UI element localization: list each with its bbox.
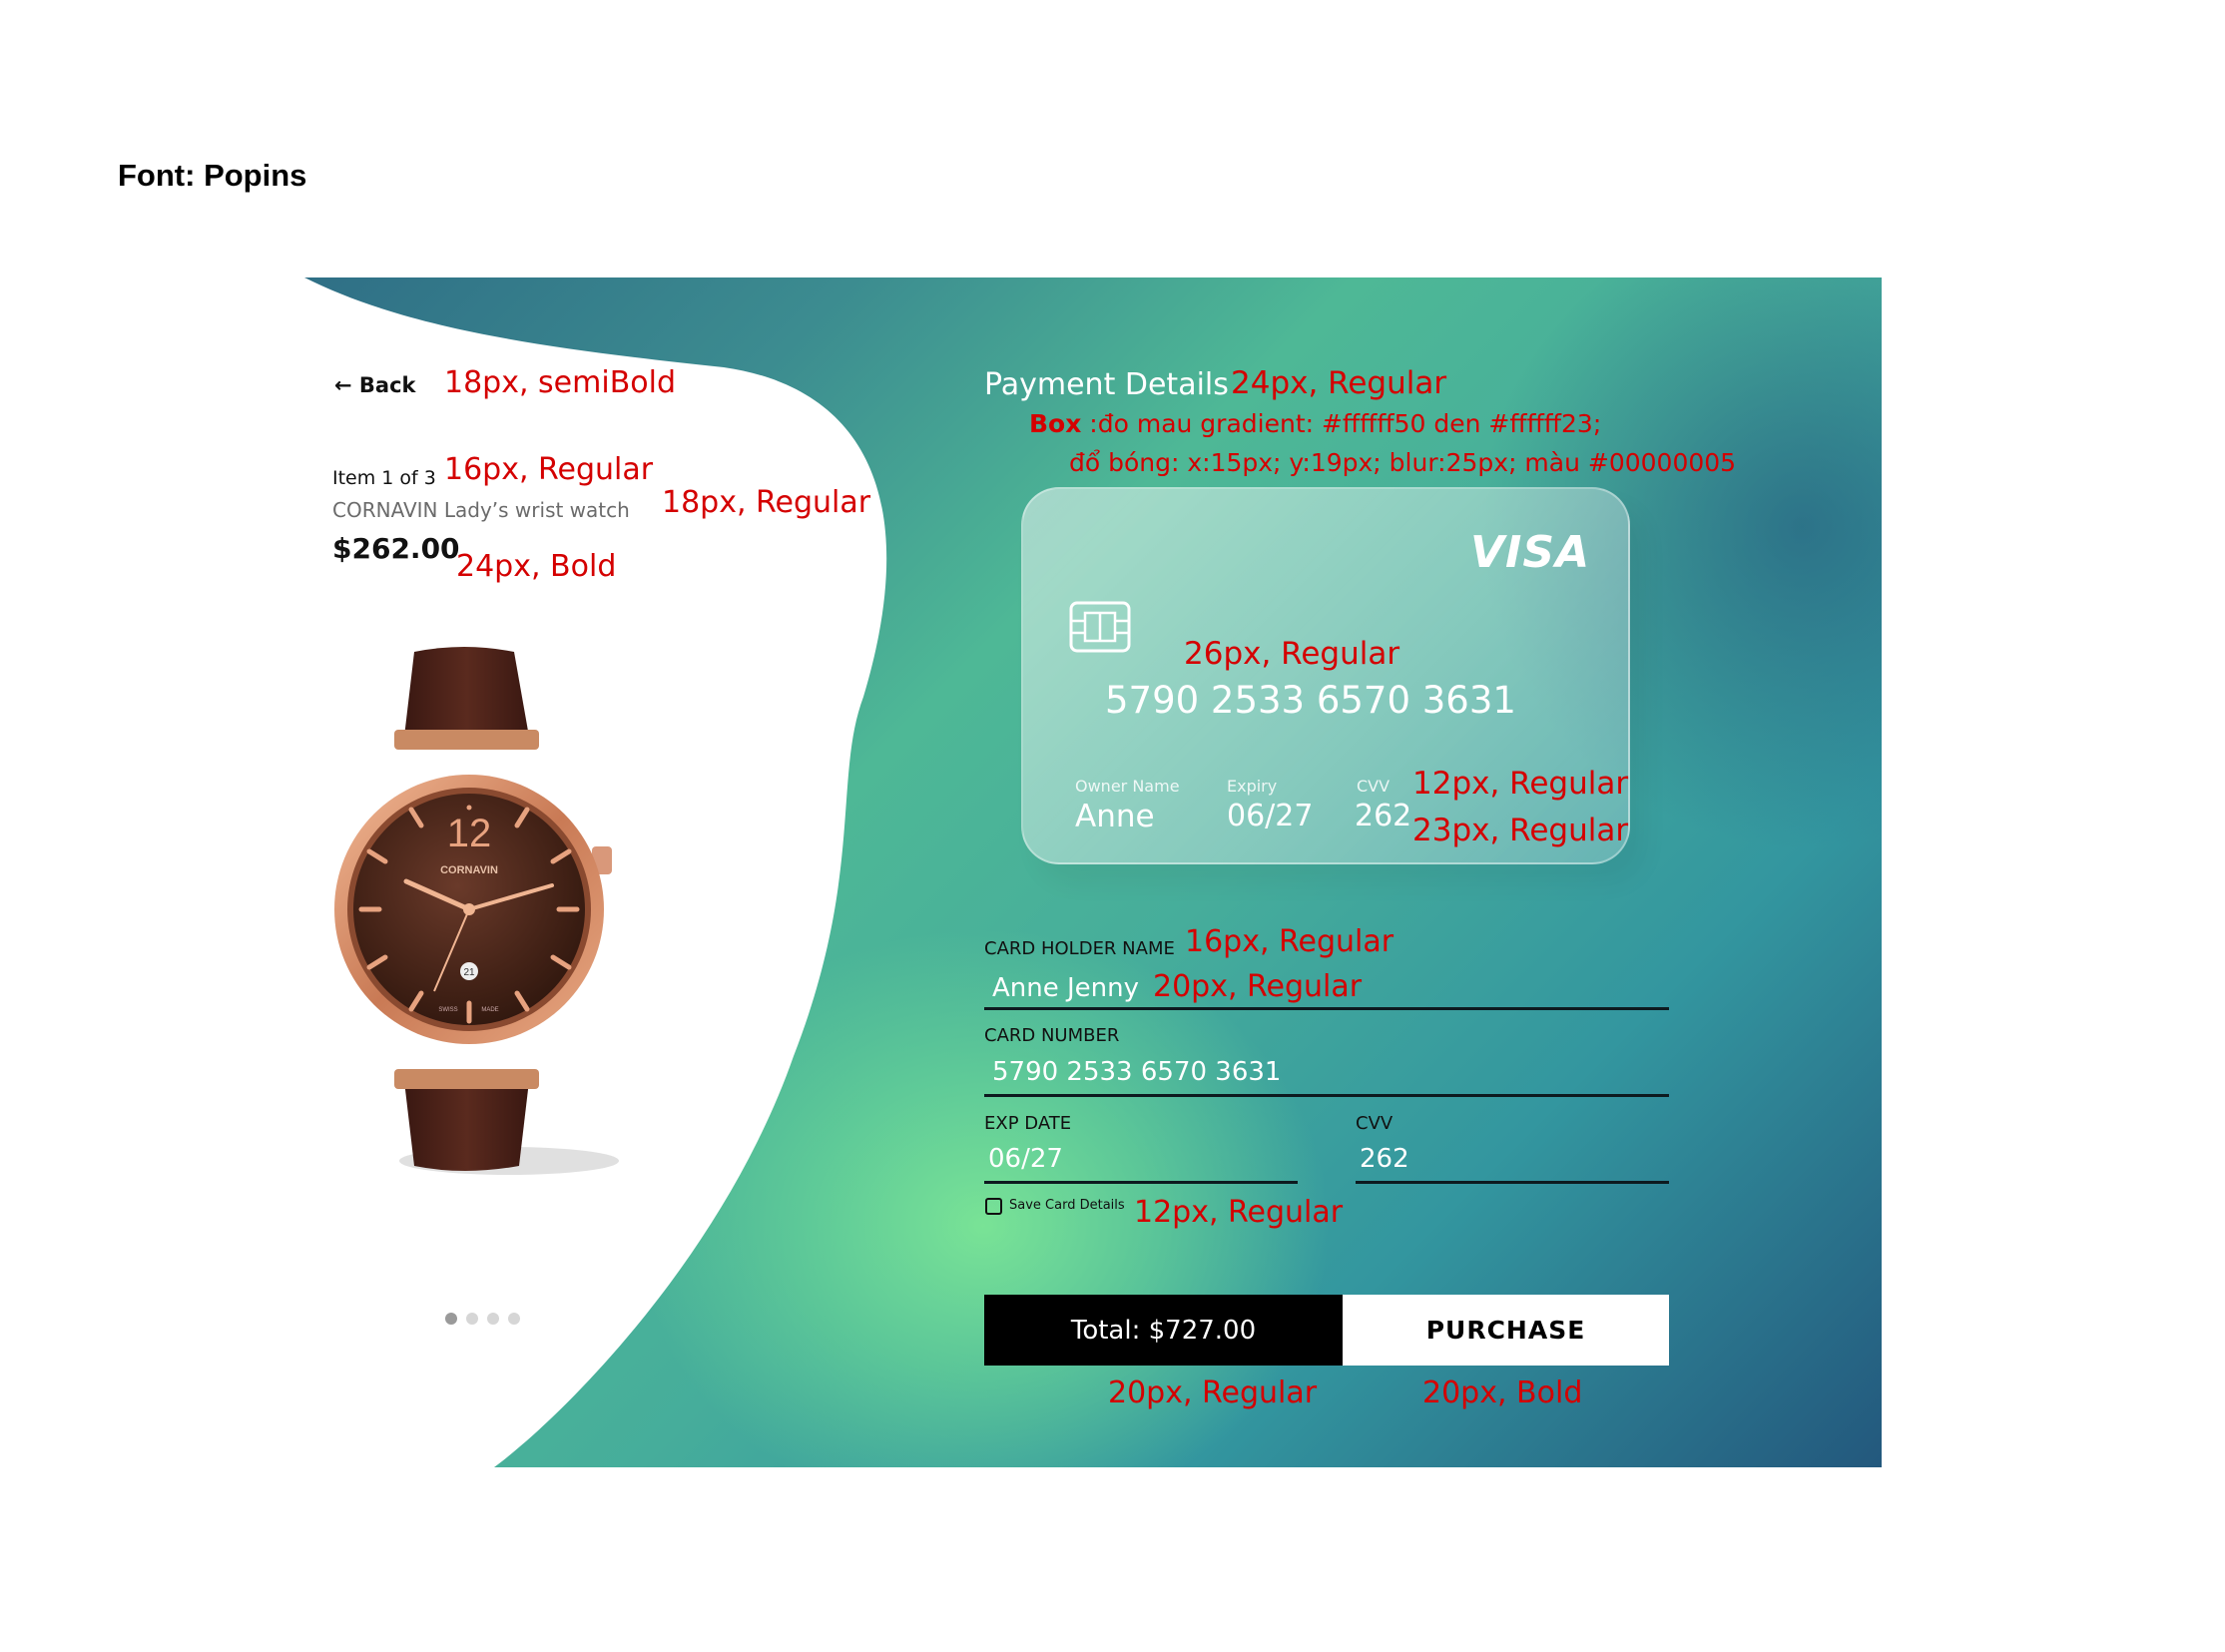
back-button[interactable]: ← Back — [334, 373, 416, 397]
purchase-button[interactable]: PURCHASE — [1343, 1295, 1669, 1366]
product-price: $262.00 — [332, 532, 460, 565]
visa-logo: VISA — [1470, 527, 1591, 578]
watch-date: 21 — [463, 967, 475, 978]
card-number-underline — [984, 1094, 1669, 1097]
save-card-label: Save Card Details — [1009, 1198, 1125, 1213]
annotation-holder-label: 16px, Regular — [1185, 924, 1394, 959]
card-cvv-value: 262 — [1355, 799, 1412, 833]
carousel-dot[interactable] — [466, 1313, 478, 1325]
chip-icon — [1069, 601, 1131, 653]
cvv-input[interactable]: 262 — [1360, 1144, 1409, 1174]
payment-title: Payment Details — [984, 367, 1229, 402]
credit-card-preview: VISA 5790 2533 6570 3631 Owner Name Anne… — [1021, 487, 1630, 864]
card-number-display: 5790 2533 6570 3631 — [1105, 679, 1516, 722]
item-counter: Item 1 of 3 — [332, 467, 436, 489]
card-holder-underline — [984, 1007, 1669, 1010]
annotation-total: 20px, Regular — [1108, 1376, 1318, 1410]
watch-dial-numeral: 12 — [447, 812, 492, 855]
exp-date-input[interactable]: 06/27 — [988, 1144, 1063, 1174]
annotation-price: 24px, Bold — [456, 549, 617, 584]
annotation-card-labels: 12px, Regular — [1412, 766, 1629, 802]
annotation-box: Box :đo mau gradient: #ffffff50 den #fff… — [1029, 409, 1602, 438]
card-number-input[interactable]: 5790 2533 6570 3631 — [992, 1057, 1281, 1087]
watch-brand-text: CORNAVIN — [440, 864, 498, 876]
save-card-checkbox[interactable] — [985, 1198, 1002, 1215]
cvv-label: CVV — [1356, 1113, 1393, 1134]
annotation-box-shadow: đổ bóng: x:15px; y:19px; blur:25px; màu … — [1069, 448, 1737, 477]
total-display: Total: $727.00 — [984, 1295, 1343, 1366]
annotation-save: 12px, Regular — [1134, 1195, 1344, 1230]
annotation-holder-value: 20px, Regular — [1153, 969, 1363, 1004]
cvv-underline — [1356, 1181, 1669, 1184]
carousel-dot[interactable] — [445, 1313, 457, 1325]
exp-date-underline — [984, 1181, 1298, 1184]
card-holder-label: CARD HOLDER NAME — [984, 938, 1175, 959]
card-holder-input[interactable]: Anne Jenny — [992, 973, 1139, 1003]
svg-text:MADE: MADE — [481, 1007, 498, 1013]
annotation-card-number: 26px, Regular — [1184, 636, 1400, 672]
arrow-left-icon: ← — [334, 373, 359, 397]
owner-name-label: Owner Name — [1075, 777, 1180, 796]
annotation-back: 18px, semiBold — [444, 365, 677, 400]
exp-date-label: EXP DATE — [984, 1113, 1072, 1134]
card-cvv-label: CVV — [1357, 777, 1391, 796]
expiry-value: 06/27 — [1227, 799, 1314, 833]
expiry-label: Expiry — [1227, 777, 1278, 796]
annotation-item: 16px, Regular — [444, 452, 654, 487]
annotation-name: 18px, Regular — [662, 485, 871, 520]
annotation-title: 24px, Regular — [1231, 365, 1447, 401]
carousel-dot[interactable] — [508, 1313, 520, 1325]
product-name: CORNAVIN Lady’s wrist watch — [332, 498, 630, 522]
carousel-dot[interactable] — [487, 1313, 499, 1325]
annotation-purchase: 20px, Bold — [1422, 1376, 1583, 1410]
card-number-label: CARD NUMBER — [984, 1025, 1120, 1046]
svg-text:SWISS: SWISS — [438, 1007, 457, 1013]
owner-name-value: Anne — [1075, 799, 1155, 834]
font-note: Font: Popins — [118, 158, 307, 193]
watch-image: 12 CORNAVIN 21 SWISS MADE — [334, 647, 619, 1175]
annotation-card-values: 23px, Regular — [1412, 813, 1629, 848]
